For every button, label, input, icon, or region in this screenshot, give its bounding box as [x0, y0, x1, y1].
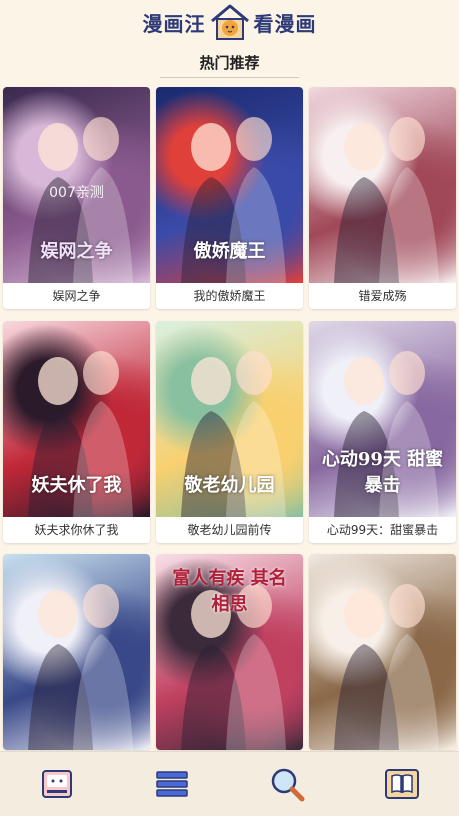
bottom-nav [0, 751, 459, 816]
comic-card[interactable]: 富人有疾 其名相思 [156, 554, 303, 750]
comic-title[interactable]: 错爱成殇 [309, 283, 456, 309]
nav-home[interactable] [33, 760, 81, 808]
cover-art [28, 584, 133, 750]
house-dog-logo-icon [210, 4, 249, 40]
cover-title-text: 心动99天 甜蜜暴击 [321, 449, 444, 496]
nav-menu[interactable] [148, 760, 196, 808]
comic-card[interactable]: 傲娇魔王我的傲娇魔王 [156, 87, 303, 309]
cover-title-text: 娱网之争 [40, 241, 113, 262]
cover-art [334, 117, 439, 283]
comic-title[interactable]: 敬老幼儿园前传 [156, 517, 303, 543]
bookshelf-icon [384, 769, 419, 799]
nav-bookshelf[interactable] [378, 760, 426, 808]
comic-cover[interactable]: 妖夫休了我 [3, 321, 150, 517]
comic-cover[interactable] [309, 554, 456, 750]
comic-card[interactable] [3, 554, 150, 750]
comic-title[interactable]: 娱网之争 [3, 283, 150, 309]
comic-card[interactable] [309, 554, 456, 750]
comic-title[interactable]: 妖夫求你休了我 [3, 517, 150, 543]
comic-card[interactable]: 妖夫休了我妖夫求你休了我 [3, 321, 150, 543]
search-icon [271, 768, 305, 802]
section-title: 热门推荐 [199, 54, 260, 72]
brand-right-text: 看漫画 [253, 11, 317, 36]
comic-cover[interactable]: 富人有疾 其名相思 [156, 554, 303, 750]
cover-title-text: 富人有疾 其名相思 [172, 568, 287, 615]
cover-title-text: 敬老幼儿园 [184, 475, 275, 496]
comic-cover[interactable]: 敬老幼儿园 [156, 321, 303, 517]
brand-left-text: 漫画汪 [142, 11, 206, 36]
section-divider [160, 77, 299, 78]
cover-title-text: 妖夫休了我 [31, 475, 122, 496]
comic-cover[interactable] [309, 87, 456, 283]
comic-cover[interactable] [3, 554, 150, 750]
comic-card[interactable]: 敬老幼儿园敬老幼儿园前传 [156, 321, 303, 543]
app-header: 漫画汪 看漫画 [0, 0, 459, 44]
comic-card[interactable]: 心动99天 甜蜜暴击心动99天：甜蜜暴击 [309, 321, 456, 543]
comic-cover[interactable]: 心动99天 甜蜜暴击 [309, 321, 456, 517]
comic-card[interactable]: 娱网之争 007亲测娱网之争 [3, 87, 150, 309]
comic-title[interactable]: 我的傲娇魔王 [156, 283, 303, 309]
menu-list-icon [156, 771, 188, 797]
nav-search[interactable] [263, 760, 311, 808]
comic-cover[interactable]: 娱网之争 007亲测 [3, 87, 150, 283]
cover-title-text: 傲娇魔王 [193, 241, 266, 262]
cover-watermark: 007亲测 [49, 185, 104, 201]
home-pig-icon [42, 770, 73, 798]
comic-cover[interactable]: 傲娇魔王 [156, 87, 303, 283]
comic-card[interactable]: 错爱成殇 [309, 87, 456, 309]
cover-art [334, 584, 439, 750]
comic-title[interactable]: 心动99天：甜蜜暴击 [309, 517, 456, 543]
